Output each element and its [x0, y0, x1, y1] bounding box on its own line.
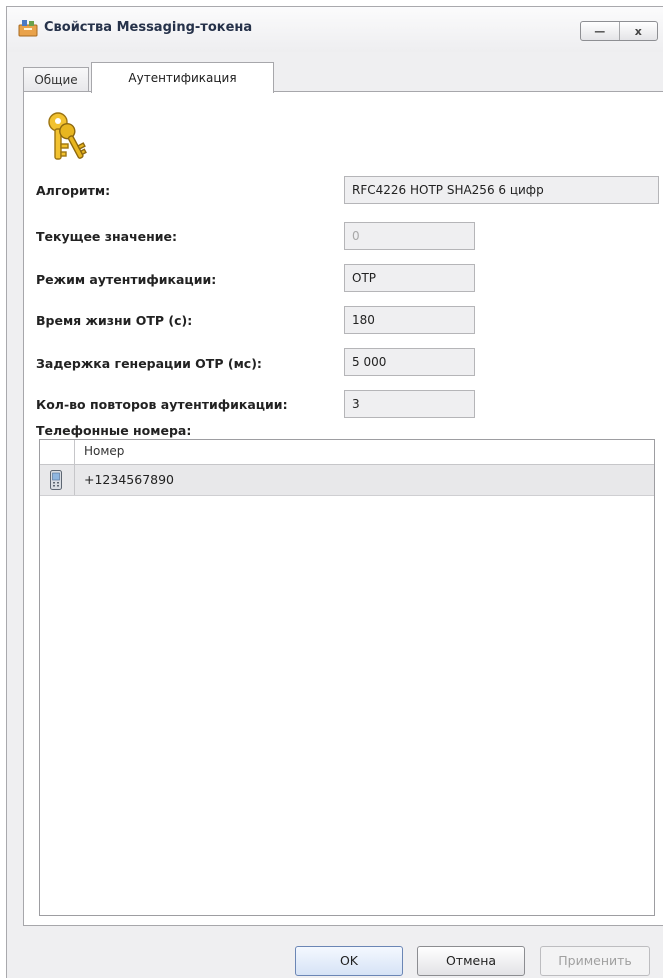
auth-retries-label: Кол-во повторов аутентификации: [36, 397, 288, 412]
algorithm-label: Алгоритм: [36, 183, 111, 198]
apply-button[interactable]: Применить [540, 946, 650, 976]
phone-numbers-label: Телефонные номера: [36, 423, 192, 438]
minimize-icon: — [594, 24, 606, 38]
row-indicator [40, 465, 75, 495]
ok-button[interactable]: OK [295, 946, 403, 976]
current-value-field: 0 [344, 222, 475, 250]
auth-mode-label: Режим аутентификации: [36, 272, 217, 287]
window-title: Свойства Messaging-токена [44, 20, 253, 35]
mobile-phone-icon [50, 470, 62, 490]
grid-header: Номер [40, 440, 654, 465]
otp-lifetime-label: Время жизни OTP (c): [36, 313, 193, 328]
auth-retries-field[interactable]: 3 [344, 390, 475, 418]
auth-mode-field[interactable]: OTP [344, 264, 475, 292]
close-button[interactable]: x [618, 22, 658, 40]
otp-lifetime-field[interactable]: 180 [344, 306, 475, 334]
tab-authentication[interactable]: Аутентификация [91, 62, 274, 93]
authentication-panel: Алгоритм: RFC4226 HOTP SHA256 6 цифр Тек… [23, 91, 663, 926]
window-controls: — x [580, 21, 658, 41]
otp-delay-label: Задержка генерации OTP (мс): [36, 356, 262, 371]
row-indicator-header [40, 440, 75, 464]
token-icon [18, 20, 38, 37]
title-bar[interactable]: Свойства Messaging-токена — x [7, 7, 663, 52]
phone-number-cell[interactable]: +1234567890 [84, 465, 174, 495]
tab-general[interactable]: Общие [23, 67, 89, 92]
properties-window: Свойства Messaging-токена — x Общие Ауте… [6, 6, 663, 978]
algorithm-field[interactable]: RFC4226 HOTP SHA256 6 цифр [344, 176, 659, 204]
current-value-label: Текущее значение: [36, 229, 178, 244]
cancel-button[interactable]: Отмена [417, 946, 525, 976]
close-icon: x [634, 24, 642, 38]
otp-delay-field[interactable]: 5 000 [344, 348, 475, 376]
table-row[interactable]: +1234567890 [40, 465, 654, 496]
keys-icon [48, 112, 87, 160]
phone-numbers-grid[interactable]: Номер +1234567890 [39, 439, 655, 916]
column-header-number[interactable]: Номер [84, 440, 124, 463]
minimize-button[interactable]: — [581, 22, 619, 40]
